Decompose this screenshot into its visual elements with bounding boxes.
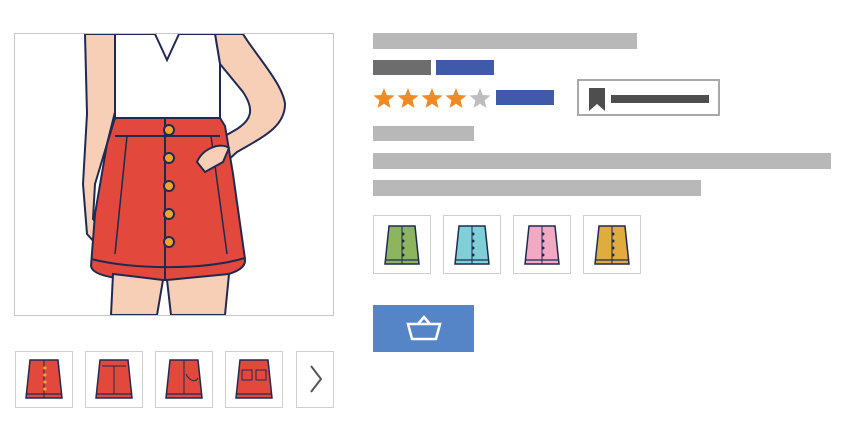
description-line-1-placeholder xyxy=(373,153,831,169)
color-swatch-pink[interactable] xyxy=(513,215,571,274)
reviews-link-placeholder[interactable] xyxy=(496,90,554,105)
skirt-cyan-icon xyxy=(454,225,490,265)
color-swatch-mustard[interactable] xyxy=(583,215,641,274)
thumbnail-front-view[interactable] xyxy=(15,351,73,408)
star-rating xyxy=(373,88,491,108)
wishlist-label-placeholder xyxy=(611,95,709,103)
skirt-pink-icon xyxy=(524,225,560,265)
price-placeholder xyxy=(373,126,474,141)
next-thumbnail-button[interactable] xyxy=(296,351,334,408)
star-empty-icon xyxy=(469,88,491,108)
description-line-2-placeholder xyxy=(373,180,701,196)
color-swatch-green[interactable] xyxy=(373,215,431,274)
skirt-green-icon xyxy=(384,225,420,265)
star-filled-icon xyxy=(397,88,419,108)
skirt-back-icon xyxy=(95,359,133,399)
product-title-placeholder xyxy=(373,33,637,49)
star-filled-icon xyxy=(373,88,395,108)
thumbnail-back-pocket-view[interactable] xyxy=(225,351,283,408)
basket-icon xyxy=(406,315,442,341)
skirt-front-icon xyxy=(25,359,63,399)
main-product-image xyxy=(14,33,334,316)
add-to-cart-button[interactable] xyxy=(373,305,474,352)
category-link-placeholder[interactable] xyxy=(436,60,494,75)
skirt-side-icon xyxy=(165,359,203,399)
skirt-mustard-icon xyxy=(594,225,630,265)
chevron-right-icon xyxy=(310,365,323,393)
star-filled-icon xyxy=(421,88,443,108)
wishlist-button[interactable] xyxy=(577,79,720,116)
brand-placeholder xyxy=(373,60,431,75)
star-filled-icon xyxy=(445,88,467,108)
thumbnail-side-pocket-view[interactable] xyxy=(155,351,213,408)
thumbnail-back-view[interactable] xyxy=(85,351,143,408)
color-swatch-cyan[interactable] xyxy=(443,215,501,274)
bookmark-icon xyxy=(589,88,605,111)
skirt-pocket-icon xyxy=(235,359,273,399)
